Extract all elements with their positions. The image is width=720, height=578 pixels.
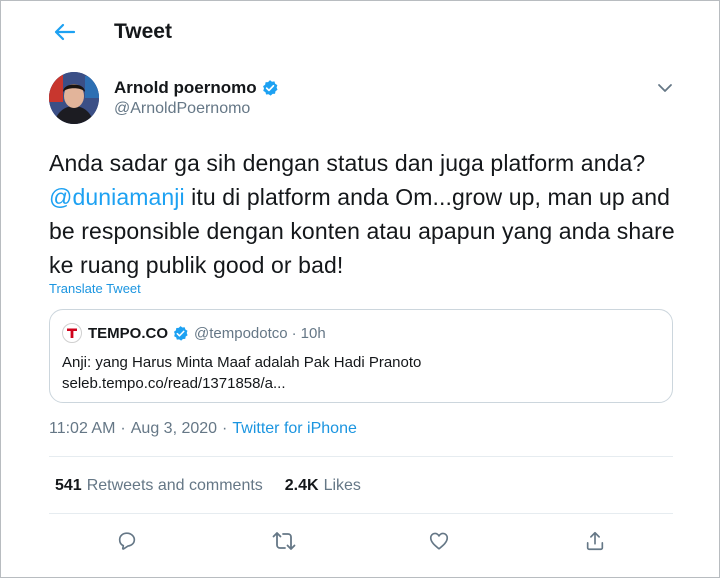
- quoted-tweet-card[interactable]: TEMPO.CO @tempodotco · 10h Anji: yang Ha…: [49, 309, 673, 403]
- author-handle[interactable]: @ArnoldPoernomo: [114, 100, 250, 118]
- back-arrow-icon: [54, 23, 76, 41]
- heart-icon: [429, 532, 449, 550]
- retweet-icon: [272, 532, 296, 550]
- quoted-tweet-header: TEMPO.CO @tempodotco · 10h: [62, 323, 326, 343]
- mention-link[interactable]: @duniamanji: [49, 184, 185, 210]
- retweets-stat[interactable]: 541 Retweets and comments: [55, 477, 263, 495]
- back-button[interactable]: [51, 19, 79, 45]
- divider: [49, 456, 673, 457]
- verified-badge-icon: [172, 325, 189, 342]
- tweet-date[interactable]: Aug 3, 2020: [131, 420, 217, 438]
- divider: [49, 513, 673, 514]
- tweet-actions: [49, 523, 673, 559]
- more-options-button[interactable]: [653, 76, 677, 100]
- translate-tweet-link[interactable]: Translate Tweet: [49, 281, 141, 296]
- quoted-author-handle: @tempodotco: [194, 324, 288, 342]
- tweet-stats: 541 Retweets and comments 2.4K Likes: [55, 477, 361, 495]
- page-title: Tweet: [114, 20, 172, 43]
- separator-dot: ·: [291, 324, 297, 342]
- tweet-meta: 11:02 AM · Aug 3, 2020 · Twitter for iPh…: [49, 420, 357, 438]
- quoted-tweet-link: seleb.tempo.co/read/1371858/a...: [62, 375, 286, 392]
- tweet-source-link[interactable]: Twitter for iPhone: [232, 420, 357, 438]
- like-button[interactable]: [421, 523, 457, 559]
- tweet-author: Arnold poernomo @ArnoldPoernomo: [49, 72, 672, 128]
- likes-stat[interactable]: 2.4K Likes: [285, 477, 361, 495]
- quoted-tweet-time: 10h: [300, 324, 326, 342]
- author-name[interactable]: Arnold poernomo: [114, 78, 279, 98]
- share-button[interactable]: [577, 523, 613, 559]
- author-display-name: Arnold poernomo: [114, 78, 257, 97]
- retweets-label: Retweets and comments: [86, 477, 263, 494]
- reply-icon: [118, 532, 136, 550]
- share-icon: [586, 531, 604, 551]
- separator-dot: ·: [120, 420, 126, 437]
- tweet-time[interactable]: 11:02 AM: [49, 420, 115, 438]
- tweet-text: Anda sadar ga sih dengan status dan juga…: [49, 146, 679, 282]
- separator-dot: ·: [222, 420, 228, 437]
- likes-count: 2.4K: [284, 477, 319, 494]
- chevron-down-icon: [658, 84, 672, 92]
- retweet-button[interactable]: [266, 523, 302, 559]
- tweet-page: Tweet Arnold poernomo @ArnoldPoernomo An…: [0, 0, 720, 578]
- tweet-text-start: Anda sadar ga sih dengan status dan juga…: [49, 150, 646, 176]
- quoted-author-name: TEMPO.CO: [88, 324, 169, 342]
- quoted-tweet-body: Anji: yang Harus Minta Maaf adalah Pak H…: [62, 352, 421, 394]
- quoted-tweet-text: Anji: yang Harus Minta Maaf adalah Pak H…: [62, 354, 422, 371]
- verified-badge-icon: [261, 79, 279, 97]
- header: Tweet: [1, 1, 720, 63]
- reply-button[interactable]: [109, 523, 145, 559]
- avatar[interactable]: [49, 72, 99, 124]
- likes-label: Likes: [323, 477, 361, 494]
- retweets-count: 541: [55, 477, 82, 494]
- tempo-logo-icon: [62, 323, 82, 343]
